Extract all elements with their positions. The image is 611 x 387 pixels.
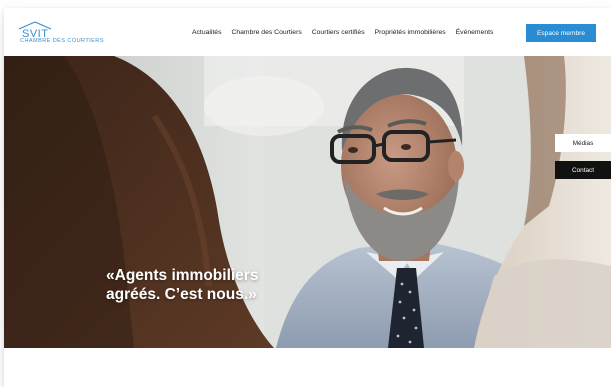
house-logo-icon: SVIT [18,21,52,40]
espace-membre-button[interactable]: Espace membre [526,24,596,42]
hero-quote: «Agents immobiliers agréés. C’est nous.» [106,266,306,304]
hero-photo [4,56,611,348]
nav-item-courtiers-certifies[interactable]: Courtiers certifiés [312,29,365,36]
medias-side-tab[interactable]: Médias [555,134,611,152]
nav-item-actualites[interactable]: Actualités [192,29,221,36]
nav-item-proprietes-immobilieres[interactable]: Propriétés immobilières [375,29,446,36]
hero-banner: «Agents immobiliers agréés. C’est nous.» [4,56,611,348]
browser-page: SVIT CHAMBRE DES COURTIERS Actualités Ch… [4,8,611,387]
nav-item-evenements[interactable]: Événements [456,29,494,36]
main-nav: Actualités Chambre des Courtiers Courtie… [192,8,503,56]
logo-subtitle: CHAMBRE DES COURTIERS [20,38,104,44]
hero-quote-line-2: agréés. C’est nous.» [106,286,257,303]
hero-quote-line-1: «Agents immobiliers [106,267,259,284]
content-area [4,348,611,387]
contact-side-tab[interactable]: Contact [555,161,611,179]
svit-logo[interactable]: SVIT CHAMBRE DES COURTIERS [18,20,118,48]
nav-item-chambre-des-courtiers[interactable]: Chambre des Courtiers [231,29,301,36]
site-header: SVIT CHAMBRE DES COURTIERS Actualités Ch… [4,8,611,56]
